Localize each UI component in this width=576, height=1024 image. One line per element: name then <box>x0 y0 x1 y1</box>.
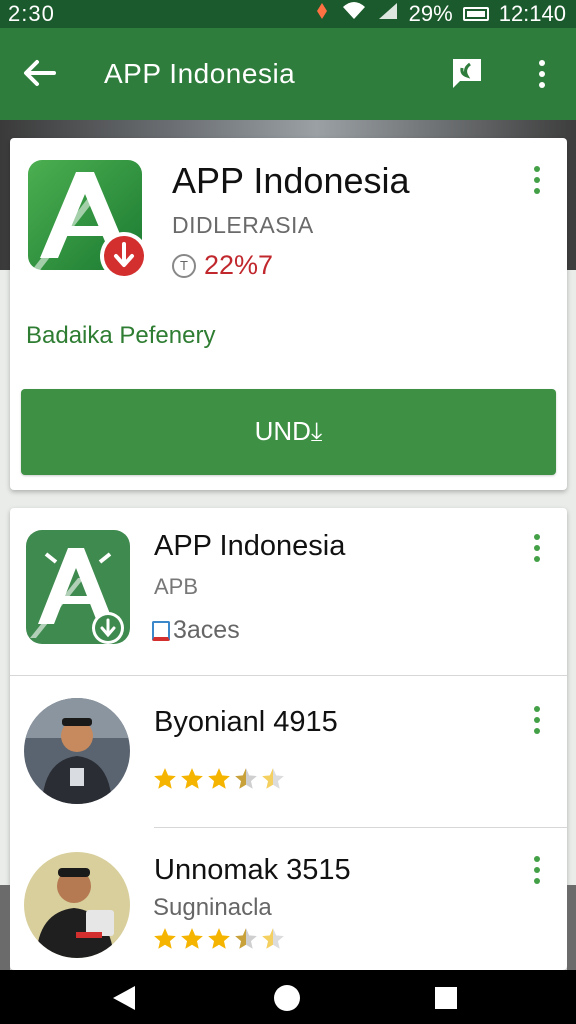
app-card-menu-button[interactable] <box>525 160 549 200</box>
developer-name[interactable]: DIDLERASIA <box>172 212 314 239</box>
menu-dot <box>534 545 540 551</box>
rating-row: T 22%7 <box>172 250 273 281</box>
menu-dot <box>534 177 540 183</box>
app-subtitle: Badaika Pefenery <box>26 322 216 349</box>
menu-dot <box>534 867 540 873</box>
nav-home-icon <box>274 985 300 1011</box>
overflow-dot <box>539 71 545 77</box>
menu-dot <box>534 717 540 723</box>
app-name: APP Indonesia <box>172 160 410 201</box>
back-arrow-icon <box>24 60 56 86</box>
star-icon <box>208 928 230 949</box>
content-rating-icon: T <box>172 253 196 278</box>
menu-dot <box>534 856 540 862</box>
calendar-icon <box>152 620 170 641</box>
app-bar-title: APP Indonesia <box>104 58 296 89</box>
install-button[interactable]: UND⤓ <box>21 389 556 475</box>
nav-back-button[interactable] <box>108 982 140 1014</box>
app-bar: APP Indonesia <box>0 28 576 120</box>
avatar <box>24 852 130 958</box>
menu-dot <box>534 878 540 884</box>
edge-shade <box>0 885 10 970</box>
overflow-dot <box>539 82 545 88</box>
status-right: 29% 12:140 <box>313 1 566 27</box>
nav-home-button[interactable] <box>271 982 303 1014</box>
list-item-subtitle: Sugninacla <box>153 894 272 921</box>
list-item-meta-text: 3aces <box>173 616 240 644</box>
nav-back-icon <box>113 986 135 1010</box>
list-item-menu-button[interactable] <box>525 700 549 740</box>
related-list-card: APP Indonesia APB 3aces Byonianl 4915 Un… <box>10 508 567 970</box>
star-rating <box>152 766 286 792</box>
star-icon <box>208 768 230 789</box>
star-icon <box>154 928 176 949</box>
menu-dot <box>534 706 540 712</box>
status-bar: 2:30 29% 12:140 <box>0 0 576 28</box>
star-icon <box>181 768 203 789</box>
star-icon <box>181 928 203 949</box>
star-half-icon <box>235 768 257 789</box>
star-rating <box>152 926 286 952</box>
list-item[interactable]: Unnomak 3515 Sugninacla <box>10 828 567 970</box>
battery-percent: 29% <box>408 1 453 26</box>
status-time: 2:30 <box>8 1 55 26</box>
overflow-dot <box>539 60 545 66</box>
status-clock: 12:140 <box>498 1 566 26</box>
menu-dot <box>534 166 540 172</box>
list-item[interactable]: APP Indonesia APB 3aces <box>10 508 567 676</box>
star-empty-icon <box>262 768 284 789</box>
feedback-button[interactable] <box>450 56 486 92</box>
rating-value: 22%7 <box>204 250 274 280</box>
battery-icon <box>462 7 489 21</box>
menu-dot <box>534 556 540 562</box>
system-nav-bar <box>0 970 576 1024</box>
list-item-subtitle: APB <box>154 574 199 599</box>
app-icon <box>26 530 130 644</box>
avatar <box>24 698 130 804</box>
app-detail-card: APP Indonesia DIDLERASIA T 22%7 Badaika … <box>10 138 567 490</box>
edge-shade <box>567 885 576 970</box>
star-empty-icon <box>262 928 284 949</box>
wifi-icon <box>341 1 367 27</box>
nav-recent-button[interactable] <box>430 982 462 1014</box>
signal-icon <box>377 1 399 27</box>
menu-dot <box>534 534 540 540</box>
feedback-icon <box>453 59 481 88</box>
list-item-menu-button[interactable] <box>525 528 549 568</box>
star-half-icon <box>235 928 257 949</box>
back-button[interactable] <box>18 52 60 94</box>
nav-recent-icon <box>435 987 457 1009</box>
list-item-meta: 3aces <box>152 616 240 645</box>
list-item-menu-button[interactable] <box>525 850 549 890</box>
notification-icon <box>313 1 331 27</box>
menu-dot <box>534 188 540 194</box>
star-icon <box>154 768 176 789</box>
list-item-title: Byonianl 4915 <box>154 706 338 738</box>
list-item[interactable]: Byonianl 4915 <box>10 676 567 828</box>
app-icon <box>26 158 152 284</box>
list-item-title: APP Indonesia <box>154 530 346 562</box>
menu-dot <box>534 728 540 734</box>
overflow-menu-button[interactable] <box>524 54 560 94</box>
list-item-title: Unnomak 3515 <box>154 854 351 886</box>
